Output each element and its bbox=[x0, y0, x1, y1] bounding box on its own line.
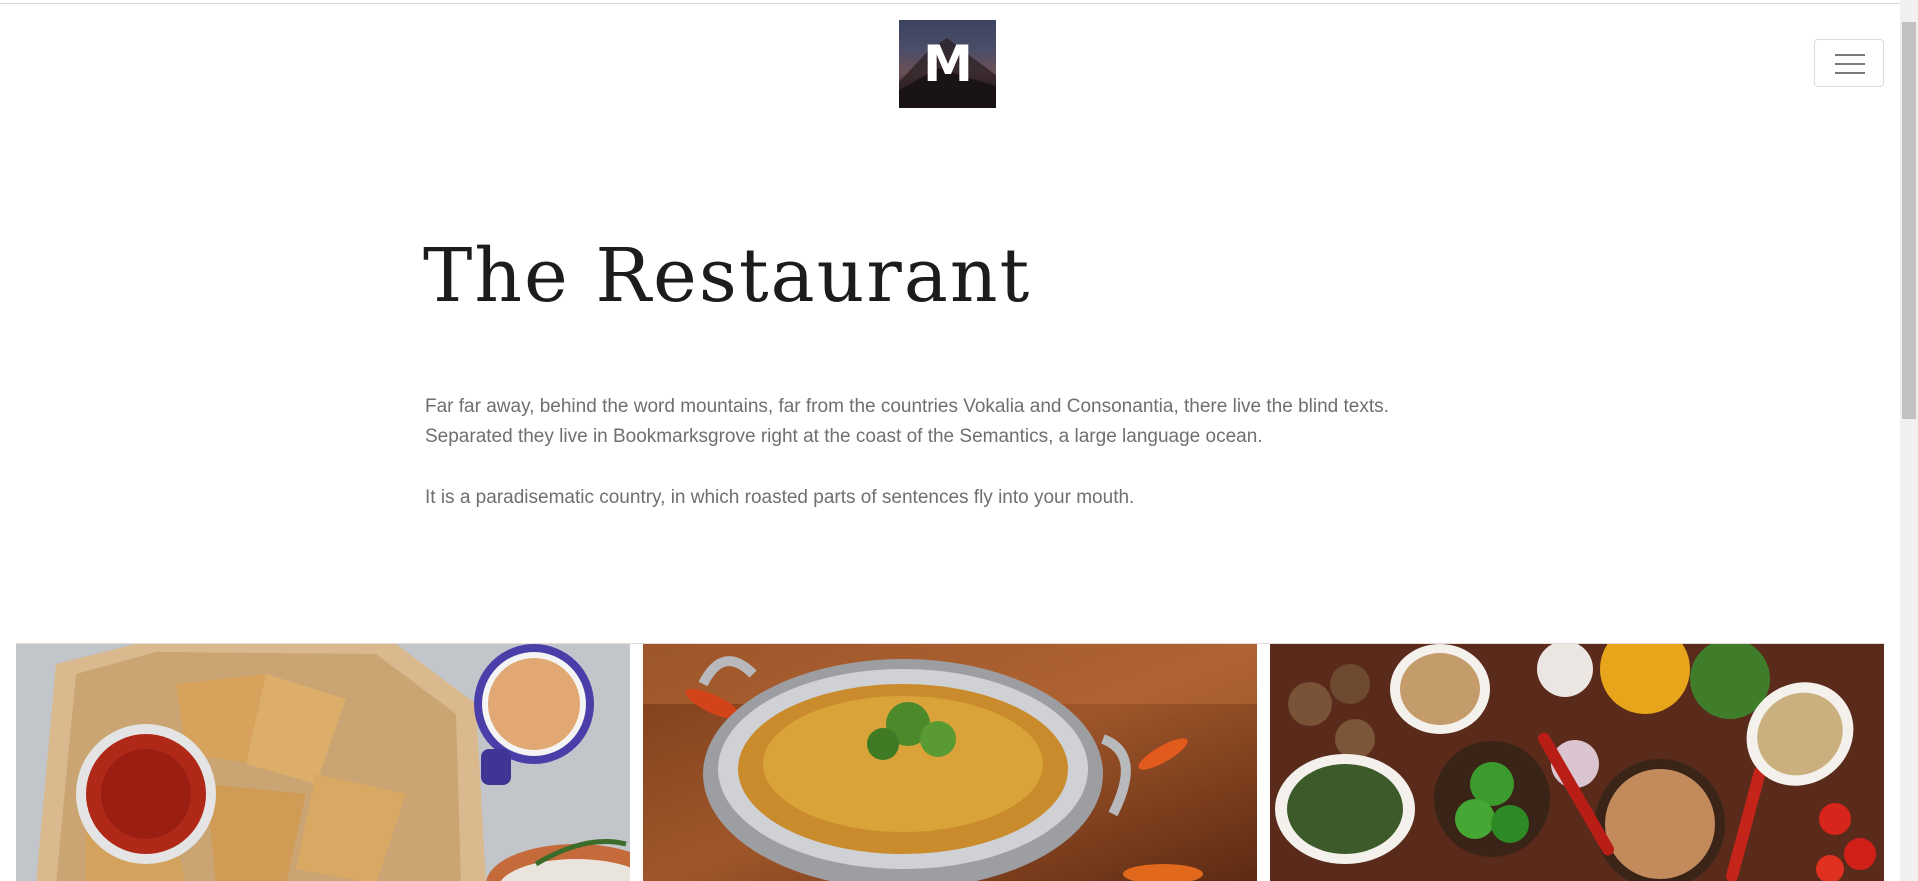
page: M The Restaurant Far far away, behind th… bbox=[0, 0, 1918, 881]
hamburger-icon-bar bbox=[1835, 72, 1865, 74]
page-title: The Restaurant bbox=[423, 233, 1032, 319]
intro-paragraph-secondary: It is a paradisematic country, in which … bbox=[425, 487, 1135, 508]
scrollbar-thumb[interactable] bbox=[1902, 22, 1916, 419]
page-scrollbar[interactable] bbox=[1900, 0, 1918, 881]
site-logo[interactable]: M bbox=[899, 20, 996, 108]
spices-photo[interactable] bbox=[1270, 644, 1884, 881]
top-divider bbox=[0, 3, 1900, 4]
menu-toggle-button[interactable] bbox=[1814, 39, 1884, 87]
photo-gallery bbox=[16, 643, 1884, 881]
curry-photo[interactable] bbox=[643, 644, 1257, 881]
logo-letter: M bbox=[923, 35, 973, 93]
intro-paragraph: Far far away, behind the word mountains,… bbox=[425, 396, 1389, 447]
hamburger-icon-bar bbox=[1835, 63, 1865, 65]
hamburger-icon-bar bbox=[1835, 54, 1865, 56]
samosa-photo[interactable] bbox=[16, 644, 630, 881]
